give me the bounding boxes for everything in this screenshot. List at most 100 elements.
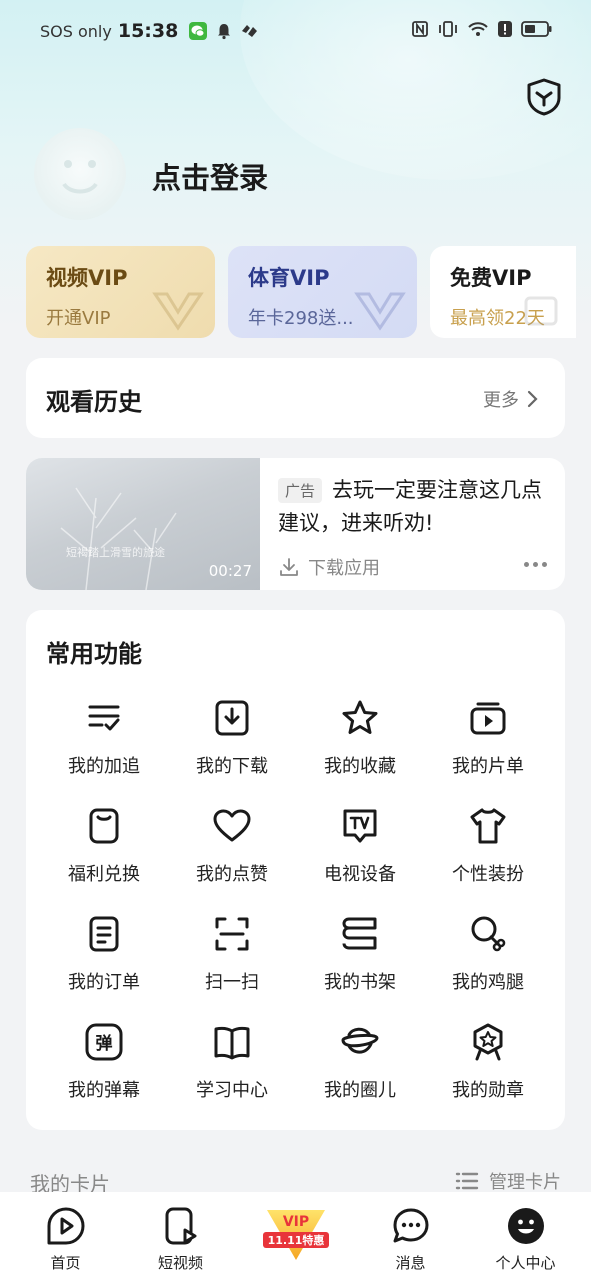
- feature-label: 我的书架: [324, 972, 396, 993]
- order-icon: [89, 916, 119, 952]
- feature-label: 个性装扮: [452, 864, 524, 885]
- feature-label: 我的片单: [452, 756, 524, 777]
- feature-scan[interactable]: 扫一扫: [168, 910, 296, 1018]
- ad-label-badge: 广告: [278, 478, 323, 503]
- feature-label: 我的收藏: [324, 756, 396, 777]
- heart-icon: [213, 809, 251, 842]
- tab-label: 消息: [395, 1254, 426, 1272]
- feature-label: 福利兑换: [68, 864, 140, 885]
- download-icon: [215, 700, 249, 736]
- feature-download[interactable]: 我的下载: [168, 694, 296, 802]
- medal-icon: [473, 1023, 503, 1061]
- free-vip-card[interactable]: 免费VIP 最高领22天: [430, 246, 576, 338]
- ad-thumbnail-caption: 短褐踏上滑雪的旅途: [66, 546, 165, 559]
- feature-label: 我的加追: [68, 756, 140, 777]
- tab-vip-promo[interactable]: VIP 11.11特惠: [241, 1192, 351, 1280]
- feature-label: 我的弹幕: [68, 1080, 140, 1101]
- exchange-icon: [89, 808, 119, 844]
- book-icon: [214, 1026, 250, 1060]
- download-app-link[interactable]: 下载应用: [278, 554, 380, 580]
- tab-home[interactable]: 首页: [11, 1192, 121, 1280]
- feature-likes[interactable]: 我的点赞: [168, 802, 296, 910]
- features-grid: 我的加追 我的下载 我的收藏 我的片单 福利兑换 我的点赞 电视设备 个性装扮 …: [40, 694, 552, 1126]
- vip-watermark-icon: [354, 292, 406, 331]
- feature-label: 电视设备: [324, 864, 396, 885]
- tab-label: 首页: [50, 1254, 81, 1272]
- feature-drumstick[interactable]: 我的鸡腿: [424, 910, 552, 1018]
- tshirt-icon: [470, 808, 506, 844]
- history-more-link[interactable]: 更多: [483, 386, 539, 412]
- vip-badge-text: VIP: [282, 1214, 308, 1230]
- video-vip-card[interactable]: 视频VIP 开通VIP: [26, 246, 215, 338]
- bookshelf-icon: [342, 917, 377, 950]
- ad-card[interactable]: 短褐踏上滑雪的旅途 00:27 去玩一定要注意这几点建议，进来听劝! 广告 下载…: [26, 458, 565, 590]
- tab-short-video[interactable]: 短视频: [126, 1192, 236, 1280]
- star-icon: [342, 700, 378, 734]
- status-bar: SOS only 15:38: [0, 0, 591, 64]
- security-shield-icon[interactable]: [526, 78, 562, 116]
- tab-label: 个人中心: [495, 1254, 556, 1272]
- bottom-tab-bar: 首页 短视频 VIP 11.11特惠 消息 个人中心: [0, 1192, 591, 1280]
- planet-icon: [341, 1027, 379, 1054]
- feature-favorites[interactable]: 我的收藏: [296, 694, 424, 802]
- download-icon: [280, 558, 298, 576]
- list-icon: [455, 1172, 479, 1190]
- battery-icon: [521, 20, 553, 42]
- manage-cards-button[interactable]: 管理卡片: [455, 1168, 561, 1194]
- more-options-icon[interactable]: [524, 562, 547, 567]
- feature-tv-devices[interactable]: 电视设备: [296, 802, 424, 910]
- vip-watermark-icon: [524, 296, 558, 326]
- feature-label: 我的鸡腿: [452, 972, 524, 993]
- carrier-text: SOS only: [40, 21, 112, 41]
- profile-icon: [507, 1208, 544, 1244]
- clock: 15:38: [117, 20, 179, 42]
- follow-list-icon: [88, 705, 120, 731]
- feature-playlist[interactable]: 我的片单: [424, 694, 552, 802]
- nfc-icon: [411, 20, 429, 42]
- avatar[interactable]: [34, 128, 126, 220]
- svg-text:弹: 弹: [96, 1033, 113, 1054]
- feature-exchange[interactable]: 福利兑换: [40, 802, 168, 910]
- download-label: 下载应用: [308, 558, 380, 579]
- feature-label: 扫一扫: [205, 972, 259, 993]
- feature-label: 我的勋章: [452, 1080, 524, 1101]
- short-video-icon: [165, 1207, 196, 1245]
- feature-bookshelf[interactable]: 我的书架: [296, 910, 424, 1018]
- history-title: 观看历史: [46, 388, 142, 416]
- vibrate-icon: [437, 20, 459, 42]
- scan-icon: [215, 917, 249, 951]
- feature-follow[interactable]: 我的加追: [40, 694, 168, 802]
- danmaku-icon: 弹: [85, 1023, 123, 1061]
- feature-label: 我的点赞: [196, 864, 268, 885]
- app-notification-icon: [240, 21, 260, 41]
- drumstick-icon: [471, 916, 506, 952]
- feature-label: 学习中心: [196, 1080, 268, 1101]
- feature-danmaku[interactable]: 弹 我的弹幕: [40, 1018, 168, 1126]
- feature-orders[interactable]: 我的订单: [40, 910, 168, 1018]
- tab-profile[interactable]: 个人中心: [471, 1192, 581, 1280]
- tab-label: 短视频: [157, 1254, 203, 1272]
- login-prompt[interactable]: 点击登录: [152, 155, 268, 197]
- tab-messages[interactable]: 消息: [356, 1192, 466, 1280]
- watch-history-card[interactable]: 观看历史 更多: [26, 358, 565, 438]
- chevron-right-icon: [527, 390, 538, 408]
- vip-1111-badge: VIP 11.11特惠: [262, 1210, 329, 1260]
- common-features-card: 常用功能 我的加追 我的下载 我的收藏 我的片单 福利兑换 我的点赞 电视设备: [26, 610, 565, 1130]
- feature-learning[interactable]: 学习中心: [168, 1018, 296, 1126]
- video-duration: 00:27: [208, 562, 252, 580]
- ad-thumbnail[interactable]: 短褐踏上滑雪的旅途 00:27: [26, 458, 260, 590]
- wifi-icon: [467, 20, 489, 42]
- feature-personal-style[interactable]: 个性装扮: [424, 802, 552, 910]
- wechat-icon: [188, 21, 208, 41]
- bell-icon: [214, 21, 234, 41]
- home-play-icon: [47, 1207, 84, 1245]
- manage-cards-label: 管理卡片: [489, 1172, 561, 1193]
- feature-label: 我的圈儿: [324, 1080, 396, 1101]
- feature-medals[interactable]: 我的勋章: [424, 1018, 552, 1126]
- message-icon: [393, 1208, 428, 1243]
- feature-circles[interactable]: 我的圈儿: [296, 1018, 424, 1126]
- sports-vip-card[interactable]: 体育VIP 年卡298送...: [228, 246, 417, 338]
- more-label: 更多: [483, 390, 519, 411]
- features-title: 常用功能: [46, 640, 142, 668]
- vip-watermark-icon: [152, 292, 204, 331]
